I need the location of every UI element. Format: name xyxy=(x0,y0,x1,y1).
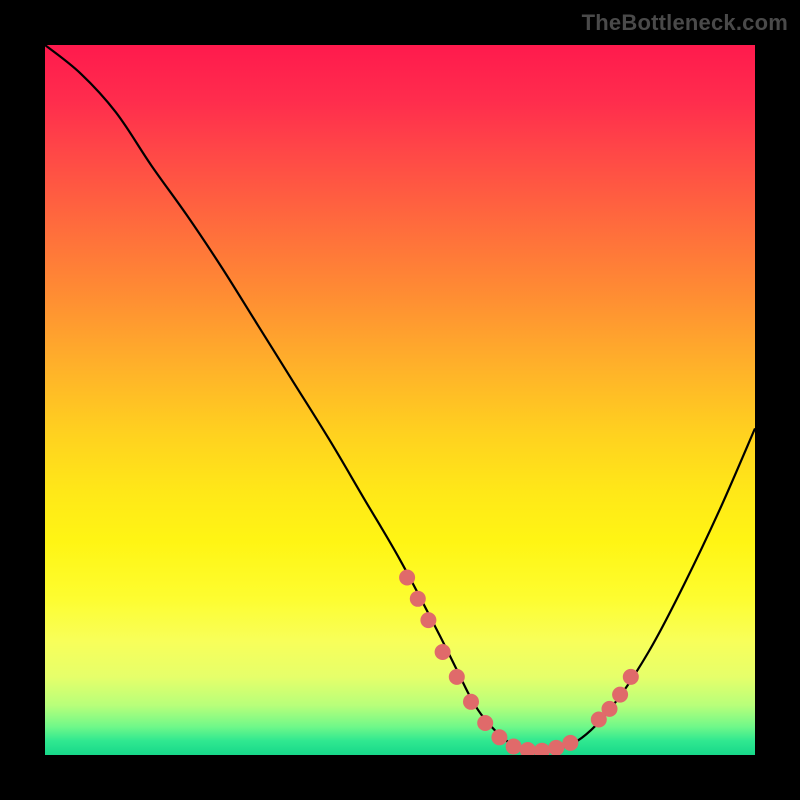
highlight-point xyxy=(612,687,628,703)
highlight-point xyxy=(449,669,465,685)
highlight-point xyxy=(520,742,536,755)
highlight-point xyxy=(399,570,415,586)
highlight-point xyxy=(435,644,451,660)
highlight-point xyxy=(534,743,550,755)
watermark-label: TheBottleneck.com xyxy=(582,10,788,36)
highlight-point xyxy=(548,740,564,755)
chart-frame: TheBottleneck.com xyxy=(0,0,800,800)
highlight-point xyxy=(410,591,426,607)
highlight-point xyxy=(420,612,436,628)
highlight-point xyxy=(623,669,639,685)
curve-path xyxy=(45,45,755,753)
plot-area xyxy=(45,45,755,755)
chart-svg xyxy=(45,45,755,755)
highlight-point xyxy=(491,729,507,745)
highlight-point xyxy=(463,694,479,710)
highlight-point xyxy=(506,739,522,755)
highlight-points-group xyxy=(399,570,639,756)
highlight-point xyxy=(562,735,578,751)
highlight-point xyxy=(602,701,618,717)
highlight-point xyxy=(477,715,493,731)
